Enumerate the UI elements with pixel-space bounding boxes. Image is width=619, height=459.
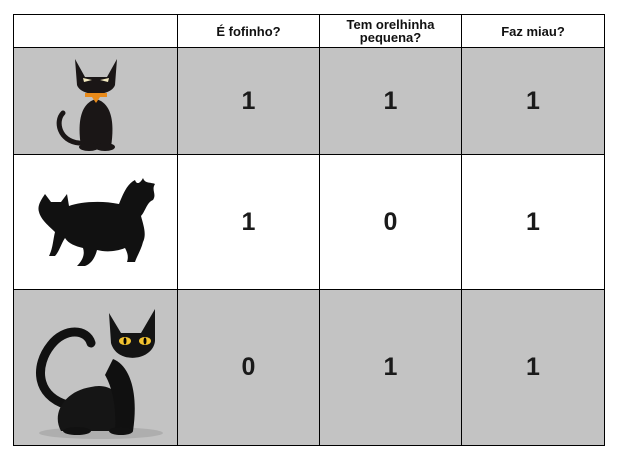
header-empty-cell [13,14,178,48]
value-miau: 1 [461,47,605,155]
value-fofinho: 1 [177,47,320,155]
value-fofinho: 0 [177,289,320,446]
header-miau: Faz miau? [461,14,605,48]
black-cat-sitting-cartoon-image [13,47,178,155]
value-fofinho: 1 [177,154,320,290]
header-row: É fofinho? Tem orelhinha pequena? Faz mi… [13,14,605,48]
black-cat-photo-image [13,289,178,446]
table-row: 1 1 1 [13,47,605,155]
header-orelhinha: Tem orelhinha pequena? [319,14,462,48]
header-orelhinha-line2: pequena? [359,30,422,45]
value-miau: 1 [461,154,605,290]
table-row: 0 1 1 [13,289,605,446]
value-orelhinha: 0 [319,154,462,290]
value-orelhinha: 1 [319,289,462,446]
table-row: 1 0 1 [13,154,605,290]
header-fofinho: É fofinho? [177,14,320,48]
fluffy-cat-silhouette-image [13,154,178,290]
value-miau: 1 [461,289,605,446]
value-orelhinha: 1 [319,47,462,155]
comparison-table: É fofinho? Tem orelhinha pequena? Faz mi… [13,14,605,446]
